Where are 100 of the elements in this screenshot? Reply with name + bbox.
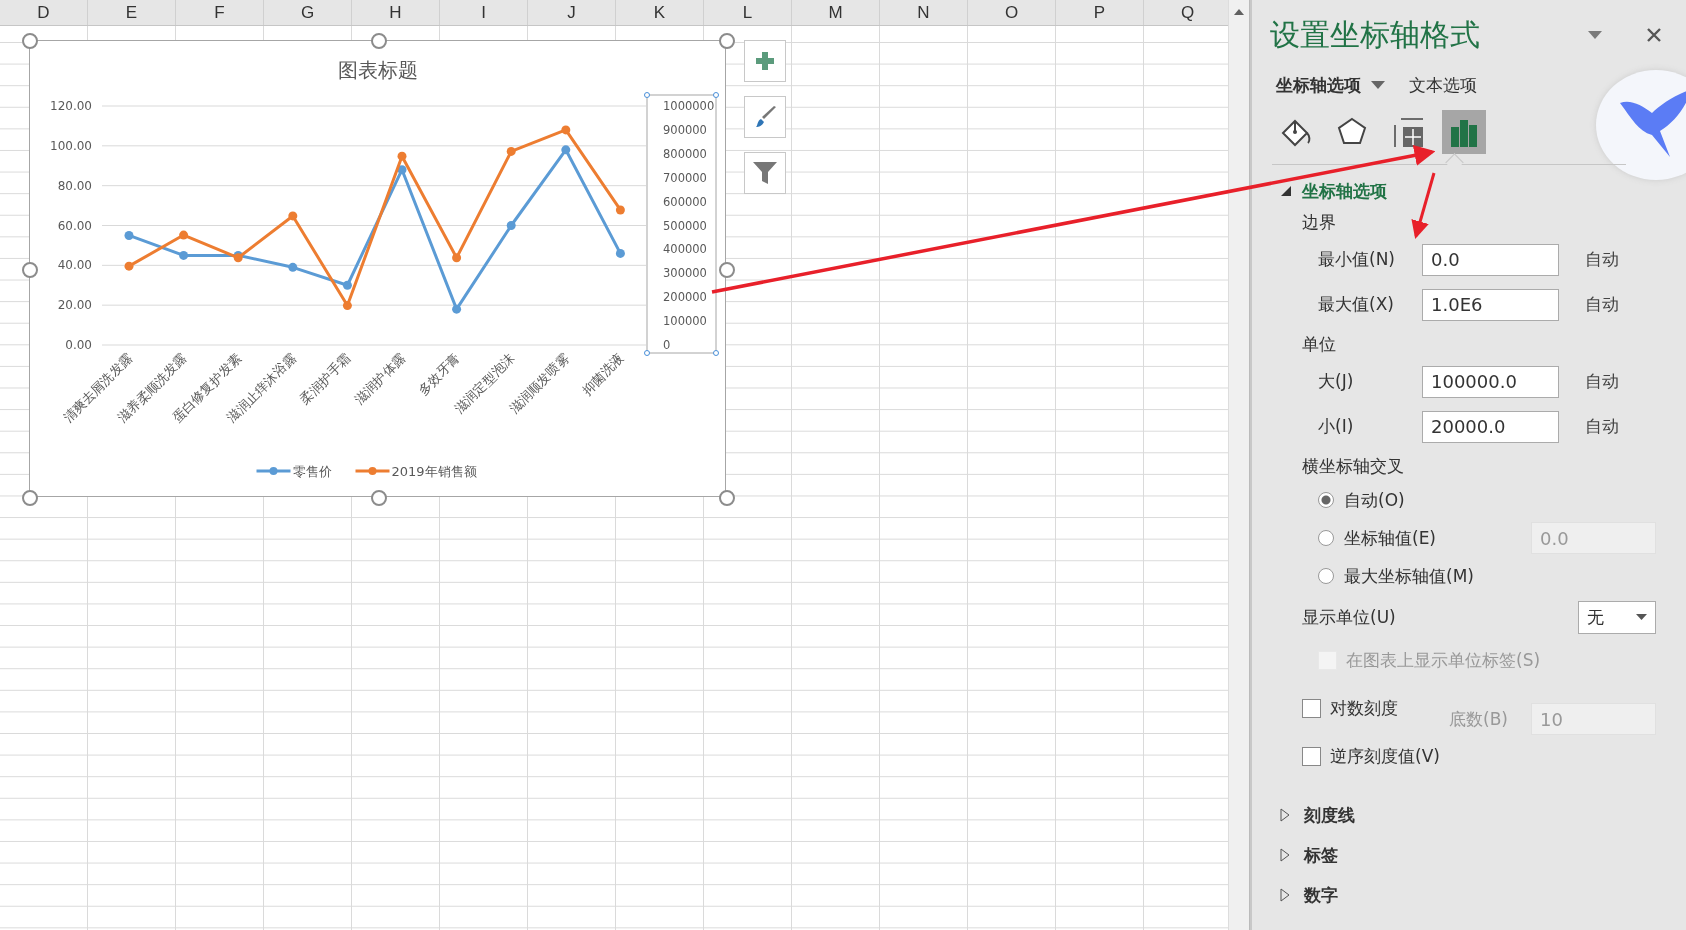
resize-handle[interactable] [719, 33, 735, 49]
options-tab[interactable]: 文本选项 [1409, 73, 1477, 97]
column-header[interactable]: M [792, 0, 880, 25]
chart-title: 图表标题 [338, 58, 418, 82]
panel-title: 设置坐标轴格式 [1270, 15, 1480, 54]
axis-tick-label: 600000 [663, 194, 707, 209]
radio-label[interactable]: 最大坐标轴值(M) [1344, 564, 1474, 588]
bird-logo-icon[interactable] [1596, 70, 1686, 180]
resize-handle[interactable] [22, 261, 38, 278]
section-header[interactable]: 坐标轴选项 [1302, 179, 1387, 203]
axis-tick-label: 500000 [663, 218, 707, 233]
column-header[interactable]: I [440, 0, 528, 25]
group-label: 边界 [1302, 211, 1337, 234]
column-header[interactable]: H [352, 0, 440, 25]
field-label: 底数(B) [1449, 707, 1508, 731]
filter-icon [752, 160, 778, 186]
resize-handle[interactable] [22, 490, 38, 506]
auto-reset-button[interactable]: 自动 [1585, 293, 1619, 316]
column-header[interactable]: N [880, 0, 968, 25]
field-label: 大(J) [1318, 370, 1355, 393]
column-header[interactable]: P [1056, 0, 1144, 25]
chart-style-button[interactable] [744, 96, 786, 138]
radio-button[interactable] [1318, 568, 1334, 584]
axis-tick-label: 900000 [663, 122, 707, 137]
column-header[interactable]: L [704, 0, 792, 25]
axis-tick-label: 0.00 [65, 338, 92, 352]
axis-tick-label: 800000 [663, 146, 707, 161]
axis-tick-label: 300000 [663, 266, 707, 281]
section-header[interactable]: 标签 [1304, 843, 1338, 867]
column-header[interactable]: G [264, 0, 352, 25]
checkbox[interactable] [1302, 698, 1321, 718]
column-header[interactable]: J [528, 0, 616, 25]
axis-tick-label: 40.00 [57, 258, 92, 273]
selection-handle[interactable] [713, 92, 719, 98]
display-units-dropdown[interactable]: 无 [1578, 600, 1656, 634]
column-header[interactable]: D [0, 0, 88, 25]
selection-handle[interactable] [713, 350, 719, 356]
column-header[interactable]: O [968, 0, 1056, 25]
caret-icon[interactable] [1636, 614, 1647, 620]
column-header[interactable]: F [176, 0, 264, 25]
auto-reset-button[interactable]: 自动 [1585, 370, 1619, 393]
collapsed-triangle-icon[interactable] [1280, 848, 1290, 862]
section-header[interactable]: 刻度线 [1304, 803, 1355, 827]
legend-label: 零售价 [292, 464, 332, 479]
plus-icon [754, 50, 776, 72]
caret-icon[interactable] [1371, 81, 1385, 89]
number-field[interactable]: 20000.0 [1422, 410, 1559, 443]
section-header[interactable]: 数字 [1304, 883, 1338, 907]
resize-handle[interactable] [719, 490, 735, 506]
auto-reset-button[interactable]: 自动 [1585, 415, 1619, 438]
selection-handle[interactable] [644, 92, 650, 98]
field-label: 小(I) [1318, 415, 1355, 438]
column-header[interactable]: E [88, 0, 176, 25]
checkbox[interactable] [1302, 746, 1321, 766]
expanded-triangle-icon[interactable] [1280, 185, 1292, 197]
legend-label: 2019年销售额 [391, 464, 477, 479]
bar-chart-tab[interactable] [1442, 110, 1486, 154]
axis-tick-label: 200000 [663, 290, 707, 305]
number-field[interactable]: 1.0E6 [1422, 288, 1559, 321]
axis-tick-label: 80.00 [57, 178, 92, 193]
chart-area[interactable] [29, 40, 726, 497]
size-properties-icon [1391, 115, 1425, 149]
category-label: 抑菌洗液 [579, 350, 627, 398]
radio-button[interactable] [1318, 530, 1334, 546]
vertical-scrollbar[interactable] [1228, 0, 1250, 930]
auto-reset-button[interactable]: 自动 [1585, 248, 1619, 271]
number-field[interactable]: 0.0 [1422, 243, 1559, 276]
group-label: 横坐标轴交叉 [1302, 455, 1405, 478]
group-label: 单位 [1302, 333, 1337, 356]
legend-swatch [355, 467, 390, 475]
axis-selection-frame[interactable] [646, 94, 717, 354]
checkbox-label[interactable]: 对数刻度 [1330, 696, 1398, 720]
column-header[interactable]: K [616, 0, 704, 25]
category-label: 滋润护体露 [351, 350, 409, 408]
category-label: 多效牙膏 [415, 350, 463, 398]
chart-filter-button[interactable] [744, 152, 786, 194]
axis-tick-label: 120.00 [50, 99, 92, 113]
collapsed-triangle-icon[interactable] [1280, 808, 1290, 822]
panel-options-caret-icon[interactable] [1588, 31, 1602, 39]
radio-button[interactable] [1318, 492, 1334, 508]
scroll-up-icon[interactable] [1234, 8, 1244, 16]
axis-tick-label: 1000000 [663, 99, 715, 113]
field-label: 显示单位(U) [1302, 605, 1396, 629]
resize-handle[interactable] [22, 33, 38, 49]
field-label: 最大值(X) [1318, 293, 1395, 316]
radio-label[interactable]: 自动(O) [1344, 488, 1405, 512]
radio-label[interactable]: 坐标轴值(E) [1344, 526, 1436, 550]
resize-handle[interactable] [370, 33, 387, 49]
field-label: 最小值(N) [1318, 248, 1396, 271]
number-field[interactable]: 100000.0 [1422, 365, 1559, 398]
selection-handle[interactable] [644, 350, 650, 356]
axis-tick-label: 20.00 [57, 298, 92, 313]
axis-tick-label: 60.00 [57, 218, 92, 233]
add-element-button[interactable] [744, 40, 786, 82]
collapsed-triangle-icon[interactable] [1280, 888, 1290, 902]
checkbox-label[interactable]: 逆序刻度值(V) [1330, 744, 1440, 768]
close-icon[interactable] [1646, 27, 1662, 43]
category-label: 柔润护手霜 [296, 350, 354, 408]
options-tab[interactable]: 坐标轴选项 [1276, 73, 1361, 97]
axis-tick-label: 0 [663, 338, 671, 352]
